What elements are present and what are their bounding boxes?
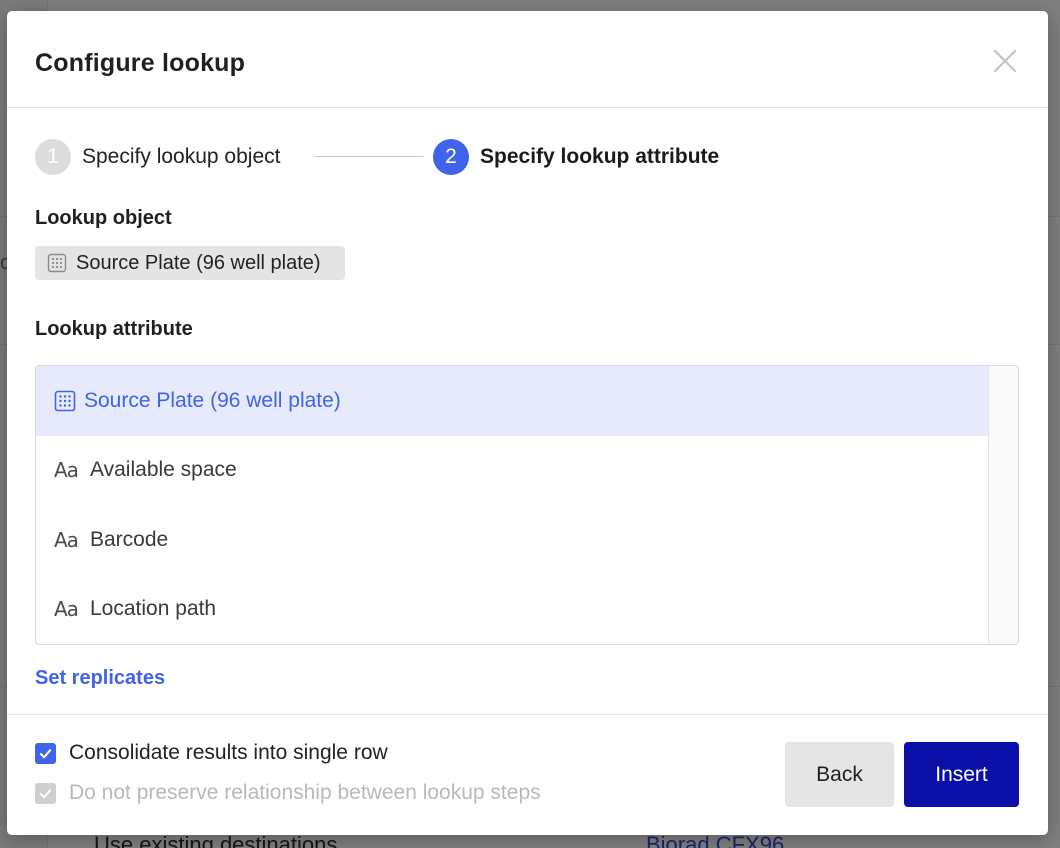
set-replicates-link[interactable]: Set replicates [35, 667, 165, 690]
preserve-relationship-label: Do not preserve relationship between loo… [69, 781, 541, 804]
step-specify-lookup-attribute[interactable]: 2 Specify lookup attribute [433, 139, 719, 175]
attribute-option-available-space[interactable]: Aa Available space [36, 436, 989, 506]
plate-grid-icon [54, 390, 76, 412]
consolidate-results-option[interactable]: Consolidate results into single row [35, 741, 388, 765]
step-number-badge: 2 [433, 139, 469, 175]
attribute-options: Source Plate (96 well plate) Aa Availabl… [36, 366, 989, 644]
configure-lookup-dialog: Configure lookup 1 Specify lookup object… [7, 11, 1048, 835]
lookup-attribute-heading: Lookup attribute [35, 318, 193, 340]
consolidate-results-checkbox[interactable] [35, 742, 56, 764]
attribute-option-location-path[interactable]: Aa Location path [36, 575, 989, 645]
dialog-footer: Consolidate results into single row Do n… [7, 714, 1048, 835]
attribute-option-label: Barcode [90, 527, 169, 551]
step-number-badge: 1 [35, 139, 71, 175]
text-type-icon: Aa [54, 527, 79, 552]
attribute-option-label: Location path [90, 597, 217, 621]
dialog-body: 1 Specify lookup object 2 Specify lookup… [7, 109, 1048, 715]
insert-button[interactable]: Insert [904, 742, 1019, 807]
stepper: 1 Specify lookup object 2 Specify lookup… [35, 139, 935, 175]
plate-grid-icon [47, 253, 67, 273]
back-button[interactable]: Back [785, 742, 894, 807]
step-label: Specify lookup object [82, 145, 281, 168]
attribute-option-label: Available space [90, 458, 237, 482]
lookup-object-heading: Lookup object [35, 207, 172, 229]
step-label: Specify lookup attribute [480, 145, 720, 168]
checkmark-icon [39, 748, 52, 758]
close-icon [993, 49, 1017, 73]
text-type-icon: Aa [54, 597, 79, 622]
preserve-relationship-option: Do not preserve relationship between loo… [35, 781, 541, 805]
lookup-attribute-list[interactable]: Source Plate (96 well plate) Aa Availabl… [35, 365, 1019, 645]
attribute-option-barcode[interactable]: Aa Barcode [36, 505, 989, 575]
text-type-icon: Aa [54, 458, 79, 483]
attribute-option-source-plate[interactable]: Source Plate (96 well plate) [36, 366, 989, 436]
lookup-object-name: Source Plate (96 well plate) [76, 251, 321, 274]
dialog-header: Configure lookup [7, 11, 1048, 108]
consolidate-results-label: Consolidate results into single row [69, 741, 388, 764]
attribute-option-label: Source Plate (96 well plate) [84, 388, 341, 412]
step-specify-lookup-object[interactable]: 1 Specify lookup object [35, 139, 280, 175]
preserve-relationship-checkbox [35, 782, 56, 804]
lookup-object-chip: Source Plate (96 well plate) [35, 246, 345, 280]
close-button[interactable] [989, 45, 1021, 77]
checkmark-icon [39, 788, 52, 798]
dialog-title: Configure lookup [35, 49, 246, 77]
attribute-list-scrollbar[interactable] [988, 366, 1018, 644]
step-connector [314, 156, 423, 157]
